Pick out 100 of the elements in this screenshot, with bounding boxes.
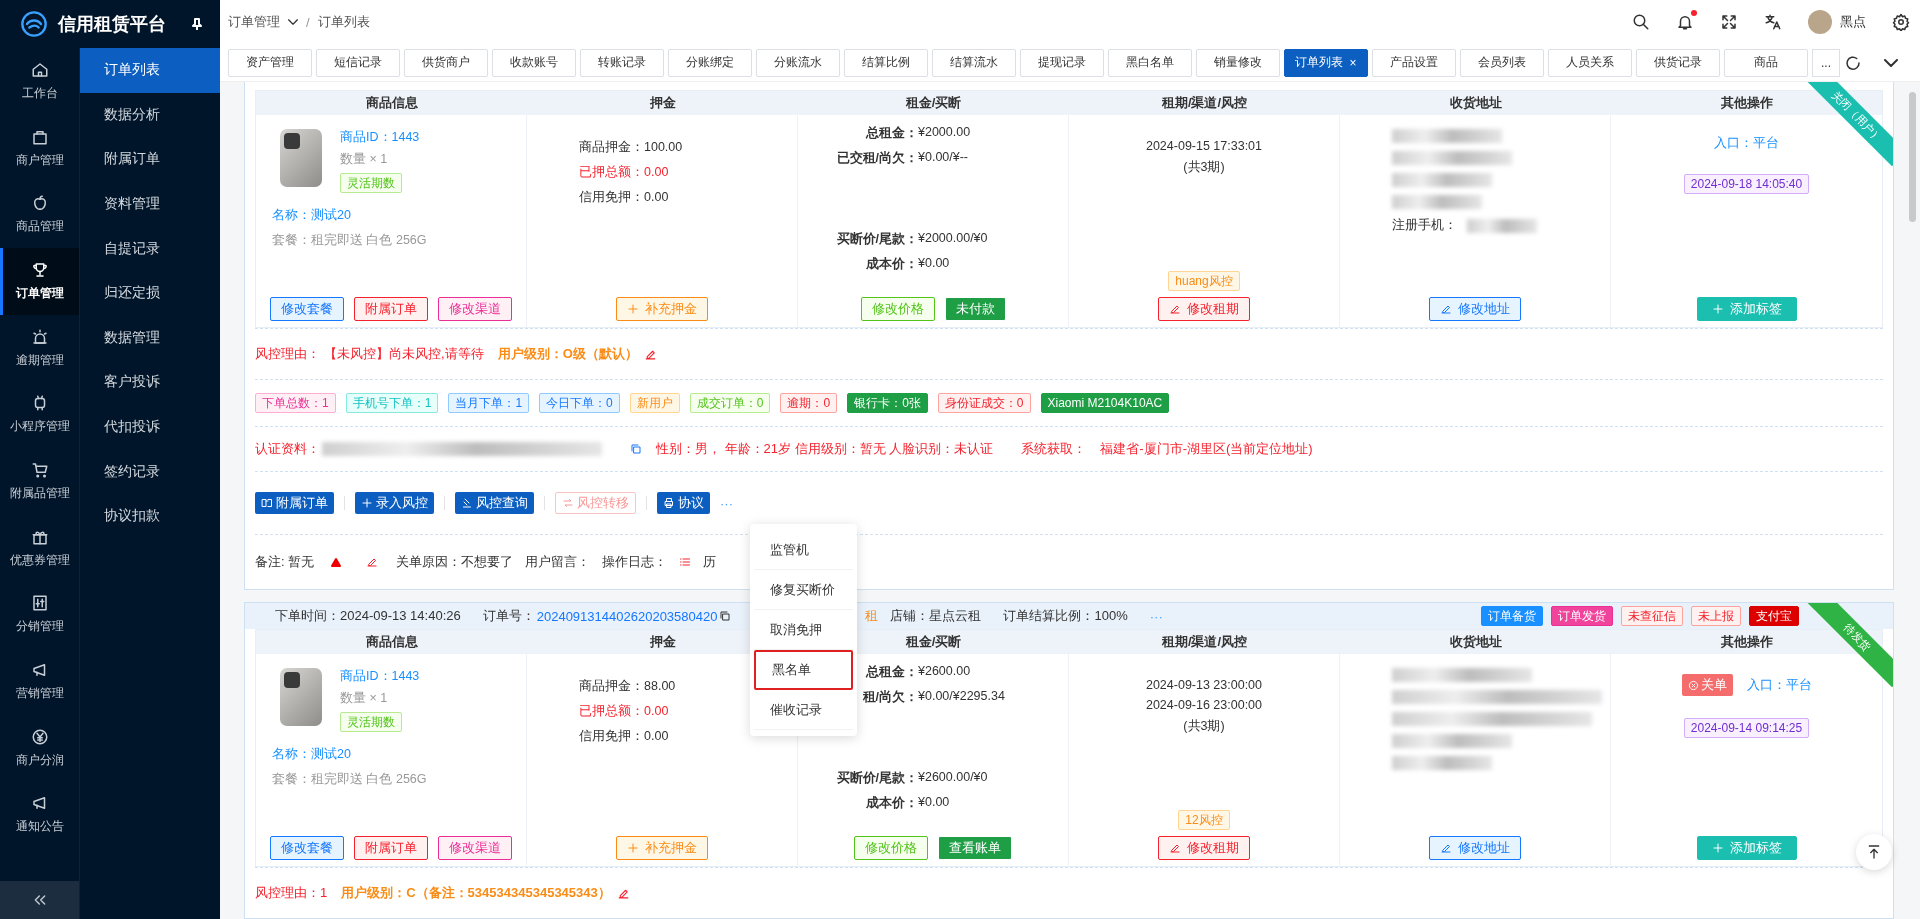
tab[interactable]: 产品设置 xyxy=(1372,48,1456,77)
submenu-item[interactable]: 归还定损 xyxy=(80,270,220,316)
submenu-item[interactable]: 协议扣款 xyxy=(80,493,220,539)
order-time: 下单时间：2024-09-13 14:40:26 xyxy=(275,607,461,625)
nav-item[interactable]: 通知公告 xyxy=(0,781,79,849)
deposit-line: 信用免押：0.00 xyxy=(579,189,669,206)
submenu-item[interactable]: 客户投诉 xyxy=(80,360,220,405)
menu-item[interactable]: 取消免押 xyxy=(754,610,853,650)
rent-value: ¥2600.00 xyxy=(918,664,972,680)
settings-icon xyxy=(1892,13,1910,31)
menu-item[interactable]: 监管机 xyxy=(754,530,853,570)
action-button[interactable]: 修改套餐 xyxy=(270,836,344,860)
tab[interactable]: 供货记录 xyxy=(1636,48,1720,77)
package-text: 套餐：租完即送 白色 256G xyxy=(272,771,428,788)
more-tabs-button[interactable]: ... xyxy=(1812,48,1840,77)
column-header: 收货地址 xyxy=(1340,91,1611,115)
close-icon[interactable]: × xyxy=(1349,55,1357,70)
action-button[interactable]: 修改租期 xyxy=(1158,297,1250,321)
column-header: 收货地址 xyxy=(1340,630,1611,654)
nav-item[interactable]: 优惠券管理 xyxy=(0,514,79,582)
menu-item[interactable]: 催收记录 xyxy=(754,690,853,730)
submenu-item[interactable]: 自提记录 xyxy=(80,226,220,271)
action-button[interactable]: 修改渠道 xyxy=(438,297,512,321)
nav-item[interactable]: 附属品管理 xyxy=(0,448,79,515)
settlement-ratio: 订单结算比例：100% xyxy=(1003,607,1128,625)
tab[interactable]: 供货商户 xyxy=(404,48,488,77)
location-text: 福建省-厦门市-湖里区(当前定位地址) xyxy=(1100,440,1313,458)
tab[interactable]: 订单列表 × xyxy=(1284,48,1368,77)
rent-value: ¥0.00/¥2295.34 xyxy=(918,689,1006,705)
nav-item[interactable]: 工作台 xyxy=(0,48,79,115)
tab[interactable]: 转账记录 xyxy=(580,48,664,77)
tab[interactable]: 商品 xyxy=(1724,48,1808,77)
operation-button[interactable]: 附属订单 xyxy=(255,492,334,514)
identity-info: 性别：男， 年龄：21岁 信用级别：暂无 人脸识别：未认证 xyxy=(656,440,994,458)
scrollbar[interactable] xyxy=(1909,92,1916,222)
menu-item[interactable]: 黑名单 xyxy=(754,650,853,690)
breadcrumb-item[interactable]: 订单管理 xyxy=(228,13,280,31)
breadcrumb-separator: / xyxy=(306,14,310,30)
submenu-item[interactable]: 签约记录 xyxy=(80,449,220,494)
nav-item[interactable]: 分销管理 xyxy=(0,581,79,649)
tab[interactable]: 人员关系 xyxy=(1548,48,1632,77)
nav-item[interactable]: 小程序管理 xyxy=(0,381,79,449)
action-button[interactable]: 附属订单 xyxy=(354,297,428,321)
tab[interactable]: 分账流水 xyxy=(756,48,840,77)
close-circle-icon xyxy=(1687,679,1699,691)
period-tag: 灵活期数 xyxy=(340,712,402,732)
action-button[interactable]: 附属订单 xyxy=(354,836,428,860)
risk-tag: 12风控 xyxy=(1178,810,1230,830)
stat-tag: 银行卡：0张 xyxy=(847,393,928,413)
tab[interactable]: 会员列表 xyxy=(1460,48,1544,77)
action-button[interactable]: 修改套餐 xyxy=(270,297,344,321)
risk-label: 风控理由： xyxy=(255,345,320,363)
tab[interactable]: 短信记录 xyxy=(316,48,400,77)
phone-drawing xyxy=(280,668,322,726)
submenu-item[interactable]: 资料管理 xyxy=(80,181,220,227)
nav-item[interactable]: 商品管理 xyxy=(0,181,79,249)
order-number[interactable]: 2024091314402620203580420 xyxy=(536,608,718,624)
action-button[interactable]: 修改渠道 xyxy=(438,836,512,860)
remark-text: 备注: 暂无 xyxy=(255,553,315,571)
printer-icon xyxy=(663,497,675,509)
siren-icon xyxy=(30,327,49,346)
submenu-item[interactable]: 代扣投诉 xyxy=(80,404,220,450)
nav-item[interactable]: 商户管理 xyxy=(0,114,79,182)
rent-label: 买断价/尾款： xyxy=(835,231,918,248)
submenu-item[interactable]: 附属订单 xyxy=(80,137,220,182)
submenu-item[interactable]: 数据管理 xyxy=(80,315,220,361)
home-icon xyxy=(30,60,49,79)
tab[interactable]: 资产管理 xyxy=(228,48,312,77)
action-button[interactable]: 修改地址 xyxy=(1429,836,1521,860)
pencil-icon xyxy=(1169,842,1181,854)
tab[interactable]: 分账绑定 xyxy=(668,48,752,77)
submenu-item[interactable]: 数据分析 xyxy=(80,92,220,138)
submenu-item[interactable]: 订单列表 xyxy=(80,48,220,93)
nav-item[interactable]: 营销管理 xyxy=(0,648,79,715)
menu-item[interactable]: 修复买断价 xyxy=(754,570,853,610)
tab[interactable]: 结算比例 xyxy=(844,48,928,77)
action-button[interactable]: 修改租期 xyxy=(1158,836,1250,860)
tab[interactable]: 结算流水 xyxy=(932,48,1016,77)
tab[interactable]: 提现记录 xyxy=(1020,48,1104,77)
rent-label: 成本价： xyxy=(865,256,918,273)
operation-button[interactable]: 录入风控 xyxy=(355,492,434,514)
breadcrumb-item[interactable]: 订单列表 xyxy=(317,13,370,31)
user-name[interactable]: 黑点 xyxy=(1840,13,1866,31)
operation-button[interactable]: 协议 xyxy=(657,492,710,514)
nav-item[interactable]: 订单管理 xyxy=(0,248,79,315)
stat-tag: Xiaomi M2104K10AC xyxy=(1040,393,1170,413)
operation-button[interactable]: 风控查询 xyxy=(455,492,534,514)
tab[interactable]: 收款账号 xyxy=(492,48,576,77)
nav-item[interactable]: 逾期管理 xyxy=(0,314,79,382)
deposit-line: 已押总额：0.00 xyxy=(579,164,669,181)
tab[interactable]: 黑白名单 xyxy=(1108,48,1192,77)
remark-text: 历 xyxy=(703,553,717,571)
quantity: 数量 × 1 xyxy=(340,690,388,707)
remark-text: 操作日志： xyxy=(602,553,668,571)
pin-icon xyxy=(192,18,202,30)
avatar[interactable] xyxy=(1808,10,1832,34)
nav-item[interactable]: 商户分润 xyxy=(0,714,79,782)
action-button[interactable]: 修改地址 xyxy=(1429,297,1521,321)
tab[interactable]: 销量修改 xyxy=(1196,48,1280,77)
column-header: 押金 xyxy=(527,91,798,115)
